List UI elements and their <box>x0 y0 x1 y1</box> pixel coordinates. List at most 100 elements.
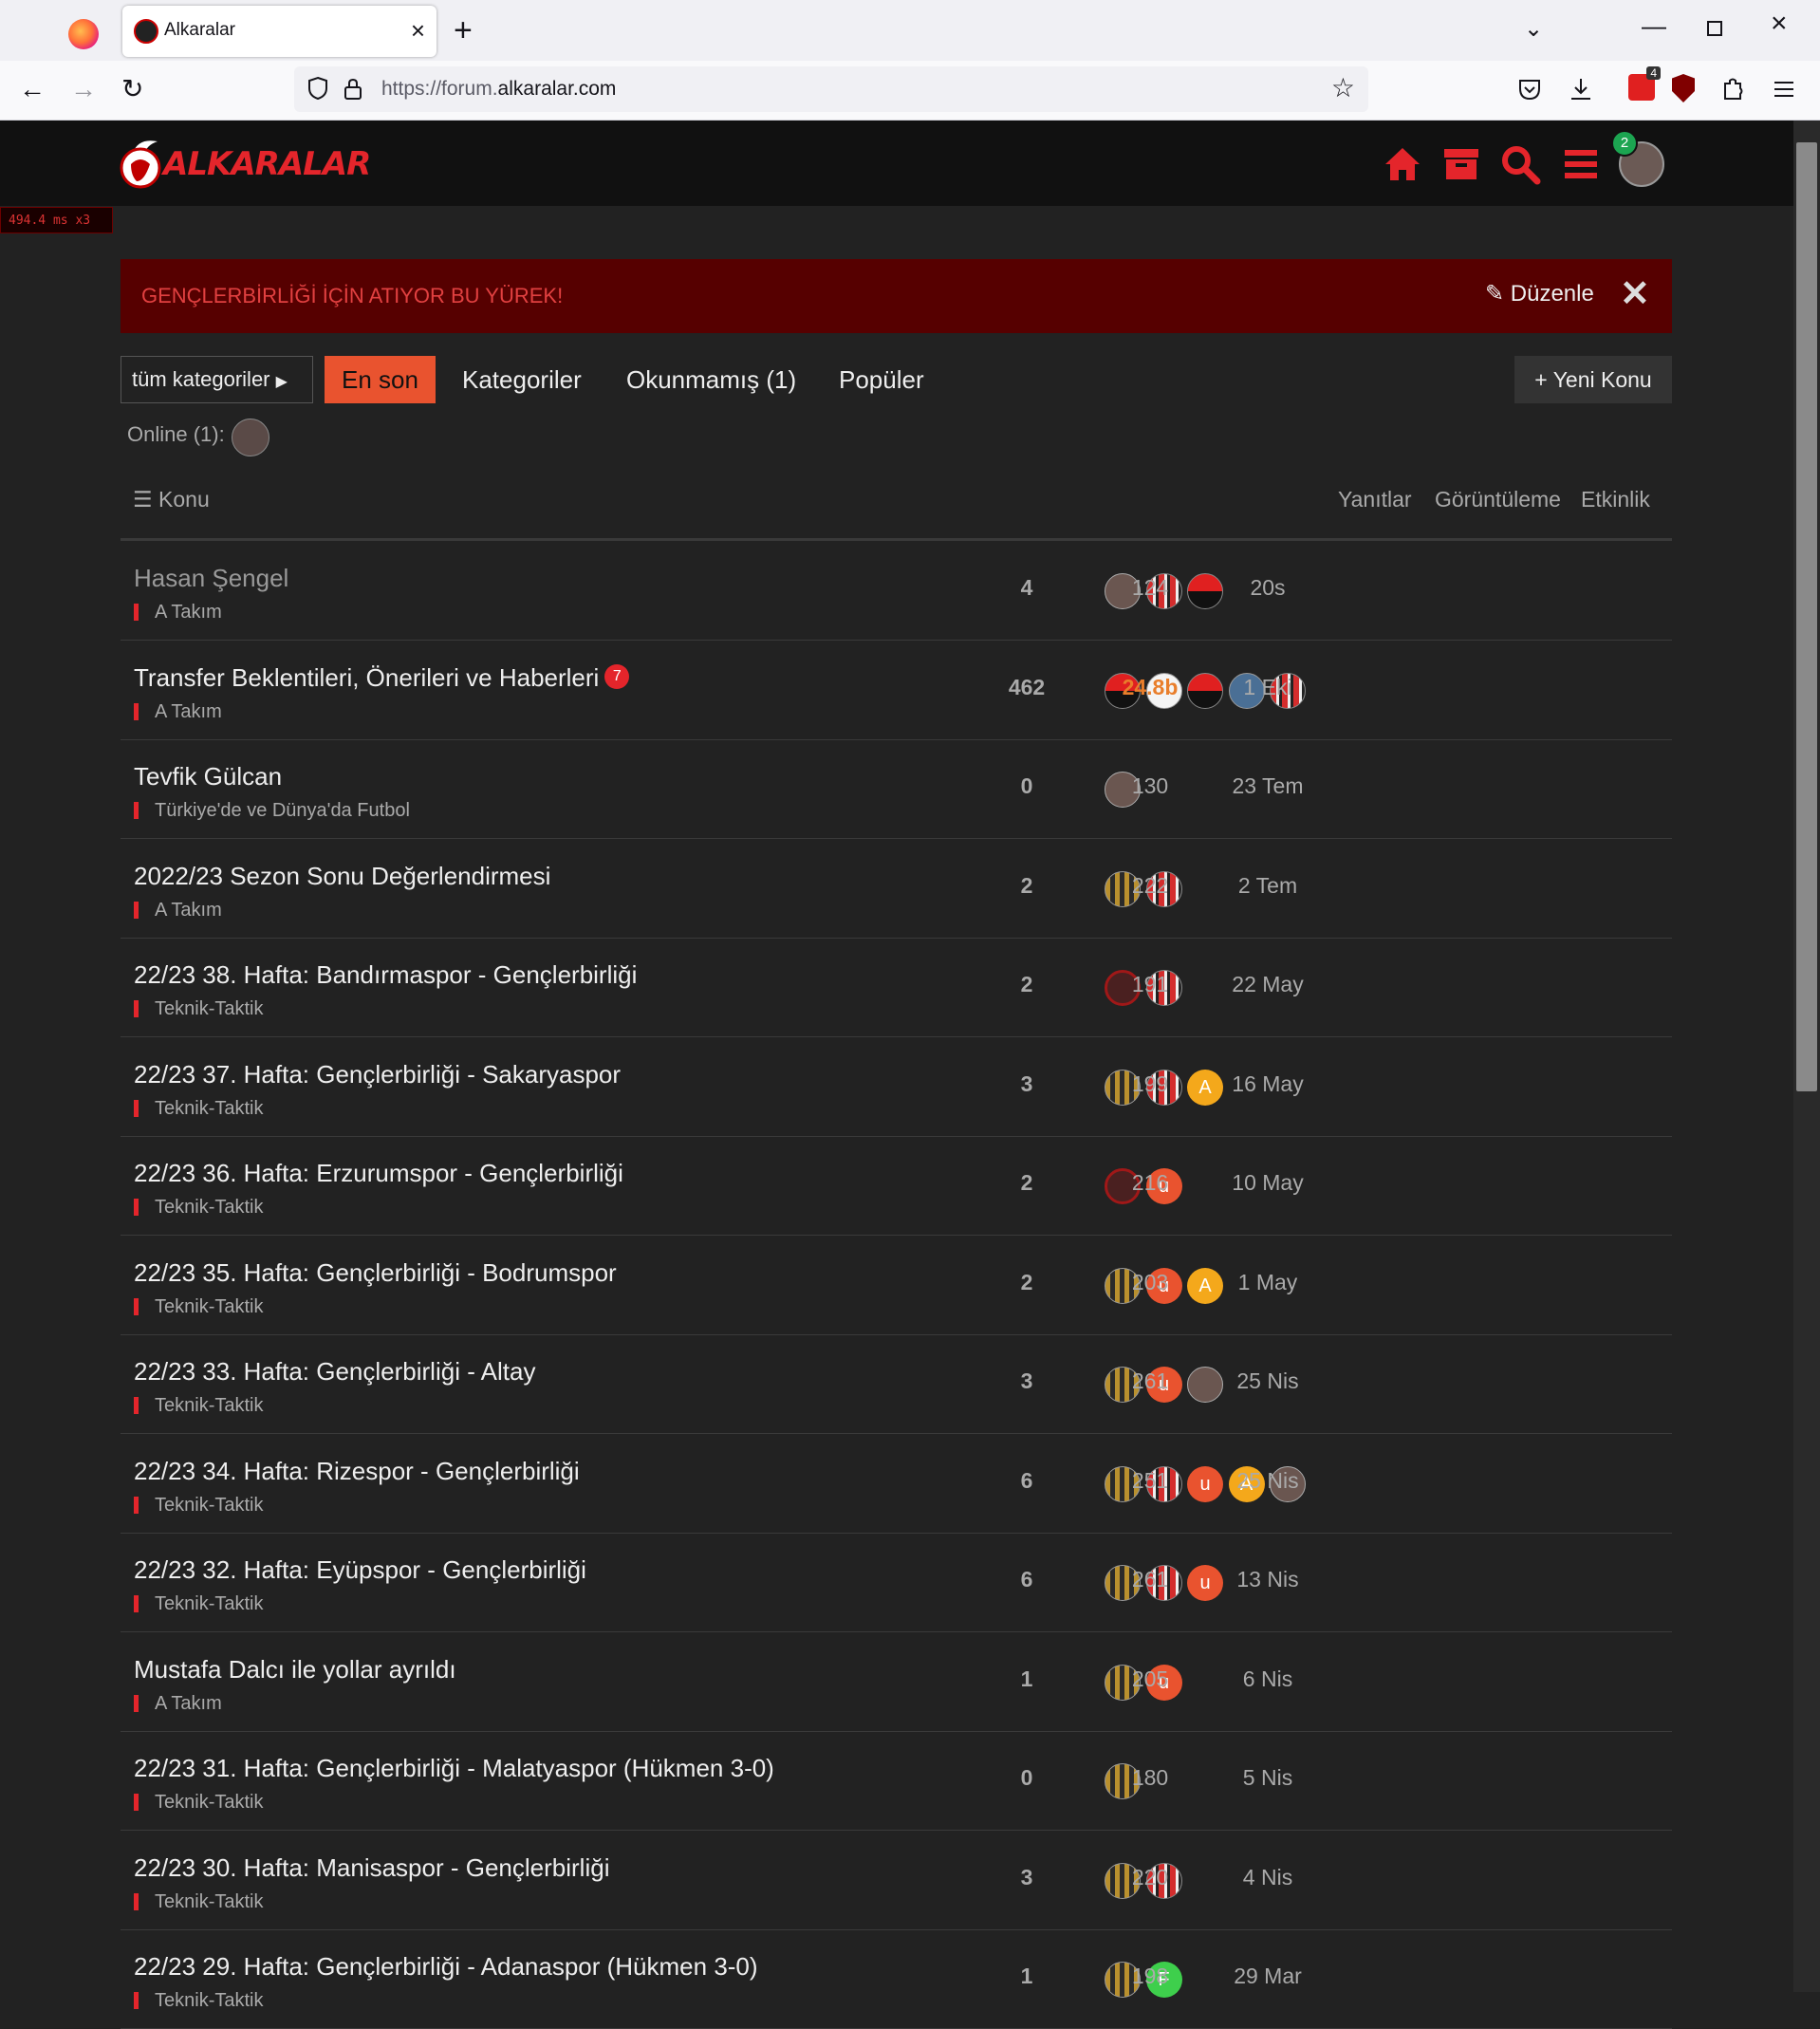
scrollbar-thumb[interactable] <box>1796 142 1817 1091</box>
firefox-icon[interactable] <box>68 19 99 49</box>
topic-replies[interactable]: 2 <box>975 1170 1079 1196</box>
browser-tab[interactable]: Alkaralar × <box>122 6 436 57</box>
nav-categories[interactable]: Kategoriler <box>445 356 599 403</box>
bookmark-star-icon[interactable]: ☆ <box>1331 72 1355 103</box>
topic-activity[interactable]: 10 May <box>1212 1170 1324 1196</box>
activity-column-header[interactable]: Etkinlik <box>1581 487 1650 512</box>
topic-row[interactable]: 22/23 32. Hafta: Eyüpspor - Gençlerbirli… <box>121 1533 1672 1632</box>
topic-replies[interactable]: 3 <box>975 1368 1079 1394</box>
category-dropdown[interactable]: tüm kategoriler ▶ <box>121 356 313 403</box>
topic-activity[interactable]: 25 Nis <box>1212 1468 1324 1494</box>
topic-title[interactable]: 22/23 30. Hafta: Manisaspor - Gençlerbir… <box>134 1853 609 1883</box>
forward-icon[interactable]: → <box>70 74 97 104</box>
replies-column-header[interactable]: Yanıtlar <box>1338 487 1412 512</box>
pocket-icon[interactable] <box>1516 76 1543 102</box>
topic-replies[interactable]: 0 <box>975 1765 1079 1791</box>
topic-row[interactable]: Tevfik Gülcan Türkiye'de ve Dünya'da Futb… <box>121 739 1672 839</box>
topic-category[interactable]: Teknik-Taktik <box>134 1098 263 1120</box>
topic-replies[interactable]: 6 <box>975 1567 1079 1592</box>
topic-replies[interactable]: 0 <box>975 773 1079 799</box>
topic-activity[interactable]: 20s <box>1212 575 1324 601</box>
topic-row[interactable]: 22/23 30. Hafta: Manisaspor - Gençlerbir… <box>121 1831 1672 1930</box>
topic-row[interactable]: 22/23 34. Hafta: Rizespor - Gençlerbirli… <box>121 1434 1672 1534</box>
window-minimize-icon[interactable]: — <box>1642 11 1666 41</box>
search-icon[interactable] <box>1499 143 1541 185</box>
topic-title[interactable]: 22/23 31. Hafta: Gençlerbirliği - Malaty… <box>134 1754 774 1783</box>
topic-activity[interactable]: 6 Nis <box>1212 1666 1324 1692</box>
topic-row[interactable]: 22/23 37. Hafta: Gençlerbirliği - Sakary… <box>121 1037 1672 1137</box>
lock-icon[interactable] <box>344 78 362 101</box>
topic-row[interactable]: 22/23 31. Hafta: Gençlerbirliği - Malaty… <box>121 1731 1672 1831</box>
reload-icon[interactable]: ↻ <box>121 74 143 104</box>
topic-category[interactable]: Teknik-Taktik <box>134 1495 263 1517</box>
topic-activity[interactable]: 29 Mar <box>1212 1964 1324 1989</box>
topic-replies[interactable]: 1 <box>975 1666 1079 1692</box>
back-icon[interactable]: ← <box>19 74 46 104</box>
extensions-puzzle-icon[interactable] <box>1719 76 1746 102</box>
topic-title[interactable]: 22/23 36. Hafta: Erzurumspor - Gençlerbi… <box>134 1159 623 1188</box>
url-text[interactable]: https://forum.alkaralar.com <box>381 78 616 101</box>
topic-replies[interactable]: 462 <box>975 675 1079 700</box>
tab-list-chevron-icon[interactable]: ⌄ <box>1524 15 1543 43</box>
tracking-shield-icon[interactable] <box>307 76 328 101</box>
new-tab-icon[interactable]: + <box>454 11 473 49</box>
topic-row[interactable]: 22/23 38. Hafta: Bandırmaspor - Gençlerb… <box>121 938 1672 1037</box>
hamburger-menu-icon[interactable] <box>1560 143 1602 185</box>
topic-replies[interactable]: 4 <box>975 575 1079 601</box>
topic-title[interactable]: 22/23 38. Hafta: Bandırmaspor - Gençlerb… <box>134 960 637 990</box>
topic-category[interactable]: Teknik-Taktik <box>134 1891 263 1913</box>
topic-activity[interactable]: 4 Nis <box>1212 1865 1324 1890</box>
topic-title[interactable]: 22/23 35. Hafta: Gençlerbirliği - Bodrum… <box>134 1258 617 1288</box>
topic-category[interactable]: Teknik-Taktik <box>134 1593 263 1615</box>
topic-replies[interactable]: 2 <box>975 1270 1079 1295</box>
topic-title[interactable]: 22/23 29. Hafta: Gençlerbirliği - Adanas… <box>134 1952 758 1982</box>
topic-activity[interactable]: 5 Nis <box>1212 1765 1324 1791</box>
topic-category[interactable]: Türkiye'de ve Dünya'da Futbol <box>134 800 410 822</box>
topic-category[interactable]: Teknik-Taktik <box>134 1990 263 2012</box>
window-close-icon[interactable]: × <box>1771 8 1788 40</box>
topic-row[interactable]: 22/23 35. Hafta: Gençlerbirliği - Bodrum… <box>121 1236 1672 1335</box>
topic-title[interactable]: Tevfik Gülcan <box>134 762 282 791</box>
new-topic-button[interactable]: + Yeni Konu <box>1514 356 1672 403</box>
topic-category[interactable]: A Takım <box>134 602 222 624</box>
nav-latest[interactable]: En son <box>325 356 436 403</box>
banner-close-icon[interactable]: ✕ <box>1620 272 1650 315</box>
topic-category[interactable]: Teknik-Taktik <box>134 1296 263 1318</box>
topic-activity[interactable]: 16 May <box>1212 1071 1324 1097</box>
topic-activity[interactable]: 25 Nis <box>1212 1368 1324 1394</box>
topic-title[interactable]: 22/23 33. Hafta: Gençlerbirliği - Altay <box>134 1357 535 1387</box>
views-column-header[interactable]: Görüntüleme <box>1435 487 1561 512</box>
downloads-icon[interactable] <box>1568 76 1594 102</box>
site-logo[interactable]: ALKARALAR <box>120 136 371 193</box>
topic-title[interactable]: 22/23 37. Hafta: Gençlerbirliği - Sakary… <box>134 1060 621 1089</box>
app-menu-icon[interactable] <box>1771 76 1797 102</box>
topic-activity[interactable]: 23 Tem <box>1212 773 1324 799</box>
nav-top[interactable]: Popüler <box>822 356 941 403</box>
topic-category[interactable]: Teknik-Taktik <box>134 1395 263 1417</box>
archive-icon[interactable] <box>1440 143 1482 185</box>
topic-activity[interactable]: 22 May <box>1212 972 1324 997</box>
banner-edit-button[interactable]: ✎ Düzenle <box>1485 280 1594 307</box>
topic-row[interactable]: 2022/23 Sezon Sonu Değerlendirmesi A Takı… <box>121 839 1672 939</box>
topic-replies[interactable]: 2 <box>975 972 1079 997</box>
topic-activity[interactable]: 1 Eki <box>1212 675 1324 700</box>
topic-replies[interactable]: 2 <box>975 873 1079 899</box>
topic-title[interactable]: 22/23 34. Hafta: Rizespor - Gençlerbirli… <box>134 1457 580 1486</box>
topic-category[interactable]: A Takım <box>134 1693 222 1715</box>
unread-count-badge[interactable]: 7 <box>604 664 630 690</box>
topic-row[interactable]: 22/23 33. Hafta: Gençlerbirliği - Altay T… <box>121 1334 1672 1434</box>
topic-row[interactable]: 22/23 29. Hafta: Gençlerbirliği - Adanas… <box>121 1929 1672 2029</box>
topic-category[interactable]: Teknik-Taktik <box>134 1792 263 1814</box>
topic-title[interactable]: Hasan Şengel <box>134 564 288 593</box>
topic-title[interactable]: Transfer Beklentileri, Önerileri ve Habe… <box>134 663 630 693</box>
topic-column-header[interactable]: ☰ Konu <box>133 487 210 512</box>
topic-replies[interactable]: 3 <box>975 1865 1079 1890</box>
topic-replies[interactable]: 3 <box>975 1071 1079 1097</box>
topic-category[interactable]: Teknik-Taktik <box>134 1197 263 1219</box>
topic-replies[interactable]: 6 <box>975 1468 1079 1494</box>
topic-activity[interactable]: 2 Tem <box>1212 873 1324 899</box>
home-icon[interactable] <box>1382 143 1423 185</box>
tab-close-icon[interactable]: × <box>411 15 425 46</box>
topic-replies[interactable]: 1 <box>975 1964 1079 1989</box>
extension-badge-icon[interactable]: 4 <box>1628 66 1661 101</box>
